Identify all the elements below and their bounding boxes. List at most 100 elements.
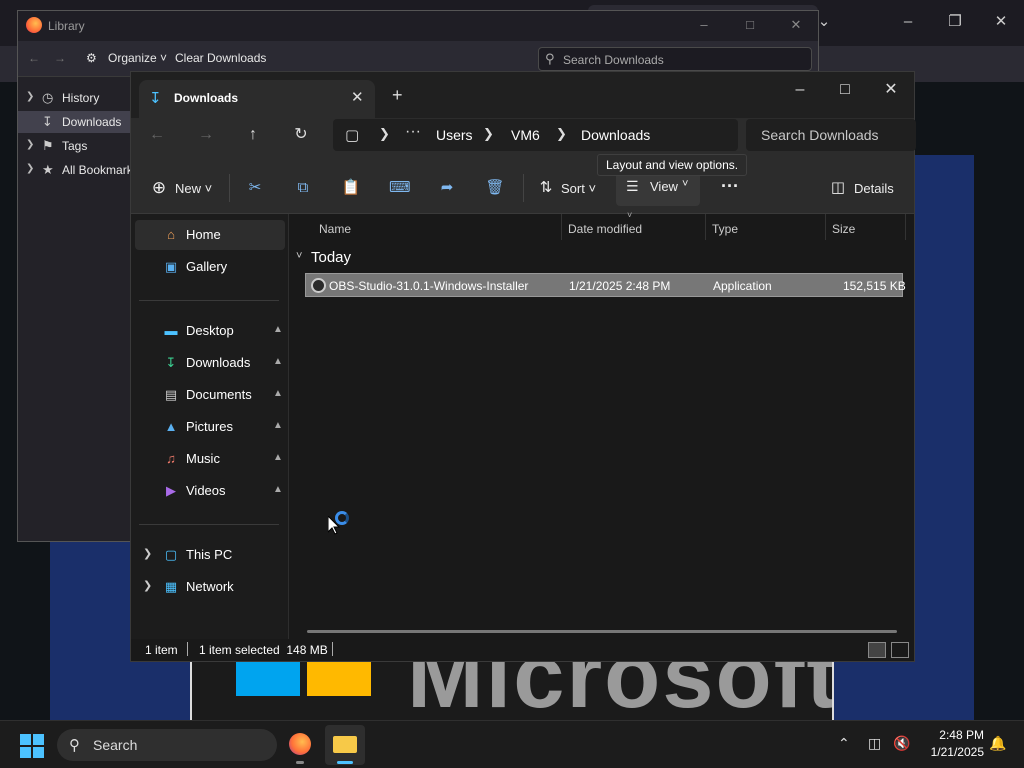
explorer-search-input[interactable]: Search Downloads — [746, 119, 916, 151]
nav-label: Home — [186, 227, 221, 242]
more-locations-icon[interactable]: ··· — [405, 123, 421, 141]
command-separator — [523, 174, 524, 202]
table-row[interactable]: OBS-Studio-31.0.1-Windows-Installer 1/21… — [305, 273, 906, 297]
browser-close-button[interactable]: ✕ — [989, 10, 1013, 34]
new-tab-button[interactable]: + — [392, 85, 403, 106]
nav-item-this-pc[interactable]: ❯ ▢ This PC — [135, 540, 285, 570]
nav-item-downloads[interactable]: ↧ Downloads ▲ — [135, 348, 285, 378]
explorer-tab-downloads[interactable]: ↧ Downloads ✕ — [139, 80, 375, 118]
column-separator[interactable] — [705, 214, 706, 240]
group-collapse-chevron-icon[interactable]: ˅ — [296, 250, 302, 262]
pin-icon[interactable]: ▲ — [273, 356, 283, 367]
start-windows-icon[interactable] — [20, 734, 44, 758]
details-button[interactable]: Details — [854, 179, 894, 199]
close-tab-icon[interactable]: ✕ — [351, 88, 364, 106]
taskbar-firefox-button[interactable] — [280, 725, 320, 765]
column-separator[interactable] — [905, 214, 906, 240]
star-icon: ★ — [42, 162, 54, 177]
taskbar-file-explorer-button[interactable] — [325, 725, 365, 765]
pictures-icon: ▲ — [164, 419, 178, 434]
explorer-maximize-button[interactable]: □ — [830, 78, 860, 102]
expand-chevron-icon[interactable]: ❯ — [26, 163, 34, 174]
pin-icon[interactable]: ▲ — [273, 324, 283, 335]
taskbar-clock[interactable]: 2:48 PM 1/21/2025 — [916, 727, 984, 761]
library-close-button[interactable]: ✕ — [786, 17, 806, 35]
cut-scissors-icon[interactable]: ✂ — [245, 178, 265, 198]
refresh-icon[interactable]: ↻ — [291, 125, 311, 145]
details-view-toggle-icon[interactable] — [868, 642, 886, 658]
library-forward-icon[interactable]: → — [54, 51, 66, 65]
new-button[interactable]: New ˅ — [175, 179, 212, 199]
network-icon: ▦ — [164, 579, 178, 594]
up-arrow-icon[interactable]: ↑ — [243, 125, 263, 145]
sort-arrows-icon: ⇅ — [539, 179, 553, 196]
see-more-icon[interactable]: ··· — [721, 176, 739, 196]
nav-item-network[interactable]: ❯ ▦ Network — [135, 572, 285, 602]
paste-icon[interactable]: 📋 — [341, 178, 361, 198]
expand-chevron-icon[interactable]: ❯ — [26, 91, 34, 102]
expand-chevron-icon[interactable]: ❯ — [143, 547, 152, 560]
pin-icon[interactable]: ▲ — [273, 484, 283, 495]
browser-restore-button[interactable]: ❐ — [943, 10, 967, 34]
nav-item-gallery[interactable]: ▣ Gallery — [135, 252, 285, 282]
pin-icon[interactable]: ▲ — [273, 452, 283, 463]
nav-item-home[interactable]: ⌂ Home — [135, 220, 285, 250]
network-status-icon[interactable]: ◫ — [868, 735, 881, 752]
tree-item-tags[interactable]: ❯ ⚑ Tags — [18, 135, 130, 157]
notifications-bell-icon[interactable]: 🔔 — [989, 735, 1006, 752]
library-minimize-button[interactable]: – — [694, 17, 714, 35]
copy-icon[interactable]: ⧉ — [293, 178, 313, 198]
firefox-logo-icon — [289, 733, 311, 755]
group-header-today[interactable]: Today — [311, 249, 351, 266]
explorer-minimize-button[interactable]: – — [785, 78, 815, 102]
sort-label: Sort — [561, 181, 585, 196]
rename-icon[interactable]: ⌨ — [389, 178, 411, 198]
breadcrumb-vm6[interactable]: VM6 — [511, 127, 540, 143]
library-maximize-button[interactable]: □ — [740, 17, 760, 35]
nav-item-pictures[interactable]: ▲ Pictures ▲ — [135, 412, 285, 442]
expand-chevron-icon[interactable]: ❯ — [26, 139, 34, 150]
column-header-date[interactable]: Date modified — [568, 222, 642, 236]
mouse-cursor-icon — [327, 514, 341, 538]
nav-item-desktop[interactable]: ▬ Desktop ▲ — [135, 316, 285, 346]
videos-icon: ▶ — [166, 483, 176, 498]
tree-item-history[interactable]: ❯ ◷ History — [18, 87, 130, 109]
column-separator[interactable] — [825, 214, 826, 240]
expand-chevron-icon[interactable]: ❯ — [143, 579, 152, 592]
nav-item-videos[interactable]: ▶ Videos ▲ — [135, 476, 285, 506]
library-search-input[interactable]: ⚲ Search Downloads — [538, 47, 812, 71]
breadcrumb-users[interactable]: Users — [436, 127, 473, 143]
forward-arrow-icon[interactable]: → — [196, 125, 216, 145]
pin-icon[interactable]: ▲ — [273, 388, 283, 399]
horizontal-scrollbar[interactable] — [307, 630, 897, 633]
explorer-close-button[interactable]: ✕ — [876, 78, 906, 102]
file-size: 152,515 KB — [843, 279, 906, 293]
taskbar-search-box[interactable]: ⚲ Search — [57, 729, 277, 761]
column-separator[interactable] — [561, 214, 562, 240]
library-back-icon[interactable]: ← — [28, 51, 40, 65]
breadcrumb-downloads[interactable]: Downloads — [581, 127, 650, 143]
tree-item-downloads[interactable]: ↧ Downloads — [18, 111, 130, 133]
column-header-size[interactable]: Size — [832, 222, 855, 236]
nav-label: Videos — [186, 483, 226, 498]
tree-item-all-bookmarks[interactable]: ❯ ★ All Bookmarks — [18, 159, 130, 181]
show-hidden-icons-chevron-icon[interactable]: ⌃ — [838, 735, 850, 752]
back-arrow-icon[interactable]: ← — [147, 125, 167, 145]
gallery-icon: ▣ — [164, 259, 178, 274]
volume-muted-icon[interactable]: 🔇 — [893, 735, 910, 752]
nav-item-music[interactable]: ♫ Music ▲ — [135, 444, 285, 474]
column-header-name[interactable]: Name — [319, 222, 351, 236]
browser-minimize-button[interactable]: – — [896, 10, 920, 34]
delete-trash-icon[interactable]: 🗑 — [485, 178, 505, 198]
ms-logo-blue-square — [236, 658, 300, 696]
share-icon[interactable]: ➦ — [437, 178, 457, 198]
nav-item-documents[interactable]: ▤ Documents ▲ — [135, 380, 285, 410]
desktop-icon: ▬ — [164, 323, 178, 338]
tiles-view-toggle-icon[interactable] — [891, 642, 909, 658]
organize-menu-button[interactable]: Organize ˅ — [108, 51, 167, 65]
address-bar[interactable]: ▢ ❯ ··· Users ❯ VM6 ❯ Downloads — [333, 119, 738, 151]
clear-downloads-button[interactable]: Clear Downloads — [175, 51, 266, 65]
column-header-type[interactable]: Type — [712, 222, 738, 236]
sort-button[interactable]: Sort ˅ — [561, 179, 596, 199]
pin-icon[interactable]: ▲ — [273, 420, 283, 431]
